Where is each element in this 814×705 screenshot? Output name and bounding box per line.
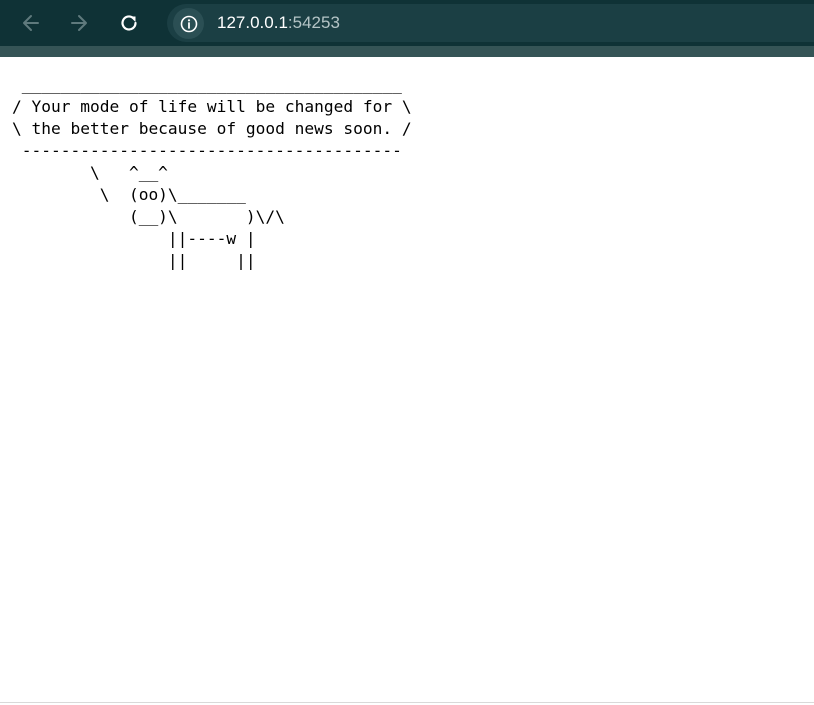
site-info-button[interactable] bbox=[173, 8, 204, 39]
cowsay-ascii-art: _______________________________________ … bbox=[12, 75, 412, 270]
back-button[interactable] bbox=[17, 9, 45, 37]
arrow-left-icon bbox=[23, 15, 39, 31]
arrow-right-icon bbox=[71, 15, 87, 31]
forward-button[interactable] bbox=[65, 9, 93, 37]
window-bottom-edge bbox=[0, 702, 814, 703]
info-icon bbox=[180, 15, 197, 32]
reload-icon bbox=[121, 15, 137, 31]
url-port: :54253 bbox=[287, 13, 340, 32]
url-text[interactable]: 127.0.0.1:54253 bbox=[217, 12, 340, 34]
reload-button[interactable] bbox=[115, 9, 143, 37]
page-content: _______________________________________ … bbox=[0, 57, 814, 702]
toolbar-bottom-strip bbox=[0, 46, 814, 57]
url-host: 127.0.0.1 bbox=[217, 13, 288, 32]
